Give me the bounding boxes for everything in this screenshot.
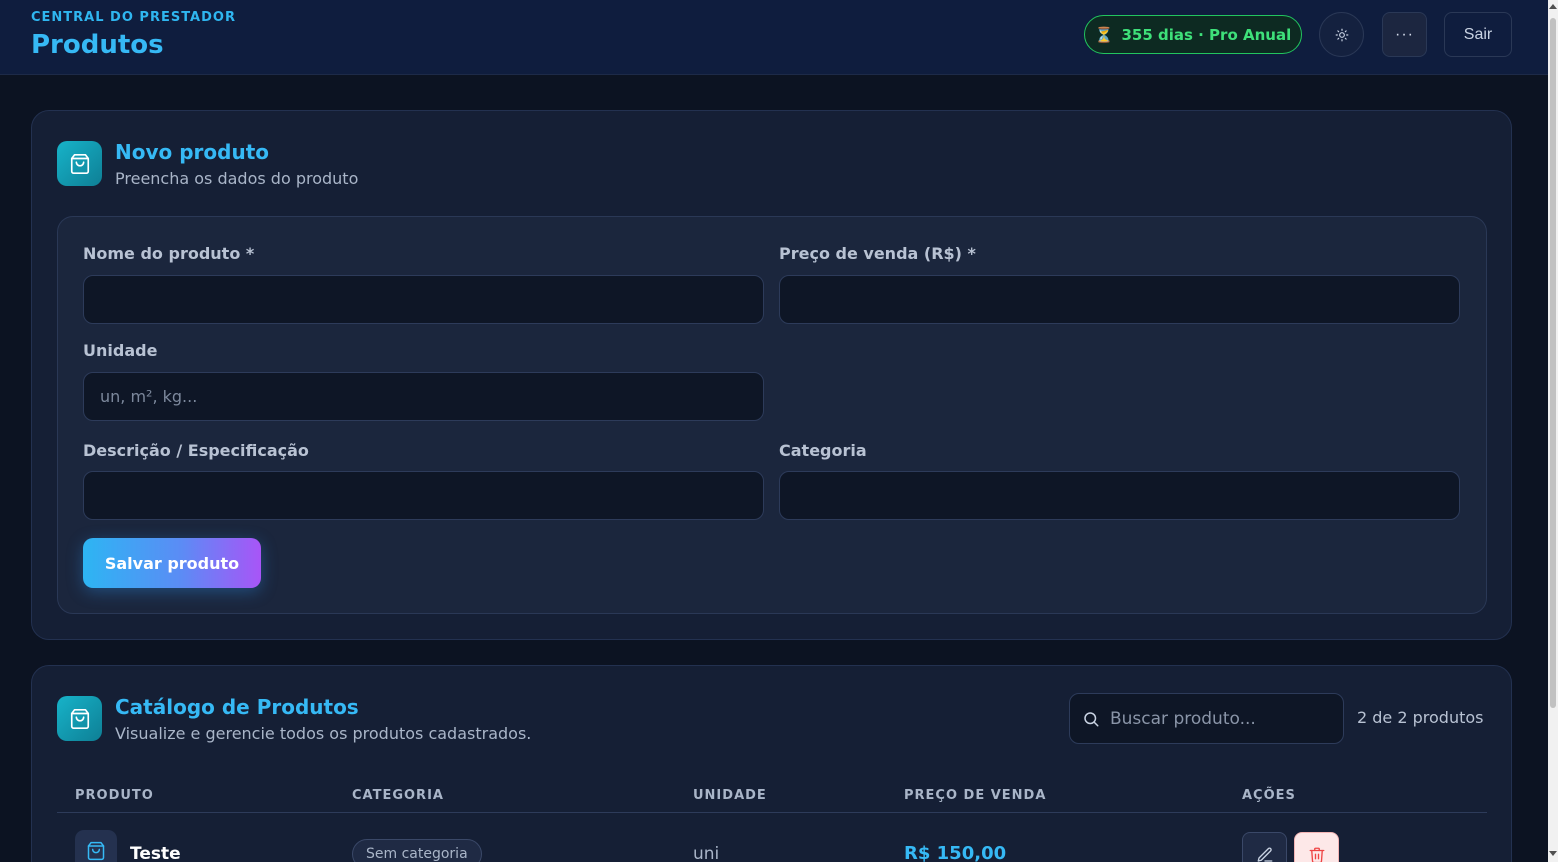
- catalog-title: Catálogo de Produtos: [115, 695, 359, 719]
- column-header-product[interactable]: PRODUTO: [75, 788, 154, 803]
- column-header-price[interactable]: PREÇO DE VENDA: [904, 788, 1046, 803]
- shopping-bag-icon: [57, 141, 102, 186]
- table-row[interactable]: Teste Sem categoria uni R$ 150,00: [57, 814, 1487, 862]
- theme-toggle-button[interactable]: [1319, 12, 1364, 57]
- sun-icon: [1335, 28, 1348, 41]
- category-label: Categoria: [779, 441, 867, 460]
- category-badge: Sem categoria: [352, 839, 482, 862]
- product-search-input[interactable]: [1110, 694, 1335, 743]
- description-label: Descrição / Especificação: [83, 441, 309, 460]
- product-name-label: Nome do produto *: [83, 244, 255, 263]
- product-price: R$ 150,00: [904, 843, 1007, 862]
- description-input[interactable]: [83, 471, 764, 520]
- product-form: Nome do produto * Preço de venda (R$) * …: [57, 216, 1487, 614]
- app-eyebrow: CENTRAL DO PRESTADOR: [31, 10, 236, 25]
- more-icon: ···: [1395, 25, 1414, 43]
- product-unit: uni: [693, 844, 720, 862]
- new-product-card: Novo produto Preencha os dados do produt…: [31, 110, 1512, 640]
- page-title: Produtos: [31, 30, 164, 60]
- product-catalog-card: Catálogo de Produtos Visualize e gerenci…: [31, 665, 1512, 862]
- save-product-button[interactable]: Salvar produto: [83, 538, 261, 588]
- category-input[interactable]: [779, 471, 1460, 520]
- unit-label: Unidade: [83, 341, 158, 360]
- hourglass-icon: ⏳: [1094, 25, 1114, 44]
- column-header-category[interactable]: CATEGORIA: [352, 788, 444, 803]
- scroll-down-arrow-icon[interactable]: [1549, 851, 1557, 856]
- logout-button[interactable]: Sair: [1444, 12, 1512, 57]
- more-options-button[interactable]: ···: [1382, 12, 1427, 57]
- scrollbar-thumb[interactable]: [1550, 18, 1556, 708]
- edit-product-button[interactable]: [1242, 832, 1287, 862]
- delete-product-button[interactable]: [1294, 832, 1339, 862]
- product-name: Teste: [130, 844, 181, 862]
- product-search[interactable]: [1069, 693, 1344, 744]
- plan-badge-label: 355 dias · Pro Anual: [1121, 25, 1292, 44]
- plan-status-badge[interactable]: ⏳ 355 dias · Pro Anual: [1084, 15, 1302, 54]
- table-header: PRODUTO CATEGORIA UNIDADE PREÇO DE VENDA…: [57, 773, 1487, 813]
- column-header-unit[interactable]: UNIDADE: [693, 788, 767, 803]
- shopping-bag-icon: [57, 696, 102, 741]
- scroll-up-arrow-icon[interactable]: [1549, 4, 1557, 9]
- sale-price-input[interactable]: [779, 275, 1460, 324]
- page-scrollbar[interactable]: [1548, 0, 1558, 862]
- column-header-actions: AÇÕES: [1242, 788, 1296, 803]
- sale-price-label: Preço de venda (R$) *: [779, 244, 976, 263]
- shopping-bag-icon: [75, 830, 117, 862]
- form-subtitle: Preencha os dados do produto: [115, 169, 359, 188]
- trash-icon: [1309, 847, 1324, 862]
- product-name-input[interactable]: [83, 275, 764, 324]
- top-bar: CENTRAL DO PRESTADOR Produtos ⏳ 355 dias…: [0, 0, 1548, 75]
- product-count: 2 de 2 produtos: [1357, 708, 1484, 727]
- edit-icon: [1257, 847, 1272, 862]
- unit-input[interactable]: [83, 372, 764, 421]
- form-title: Novo produto: [115, 140, 269, 164]
- search-icon: [1084, 712, 1099, 727]
- catalog-subtitle: Visualize e gerencie todos os produtos c…: [115, 724, 532, 743]
